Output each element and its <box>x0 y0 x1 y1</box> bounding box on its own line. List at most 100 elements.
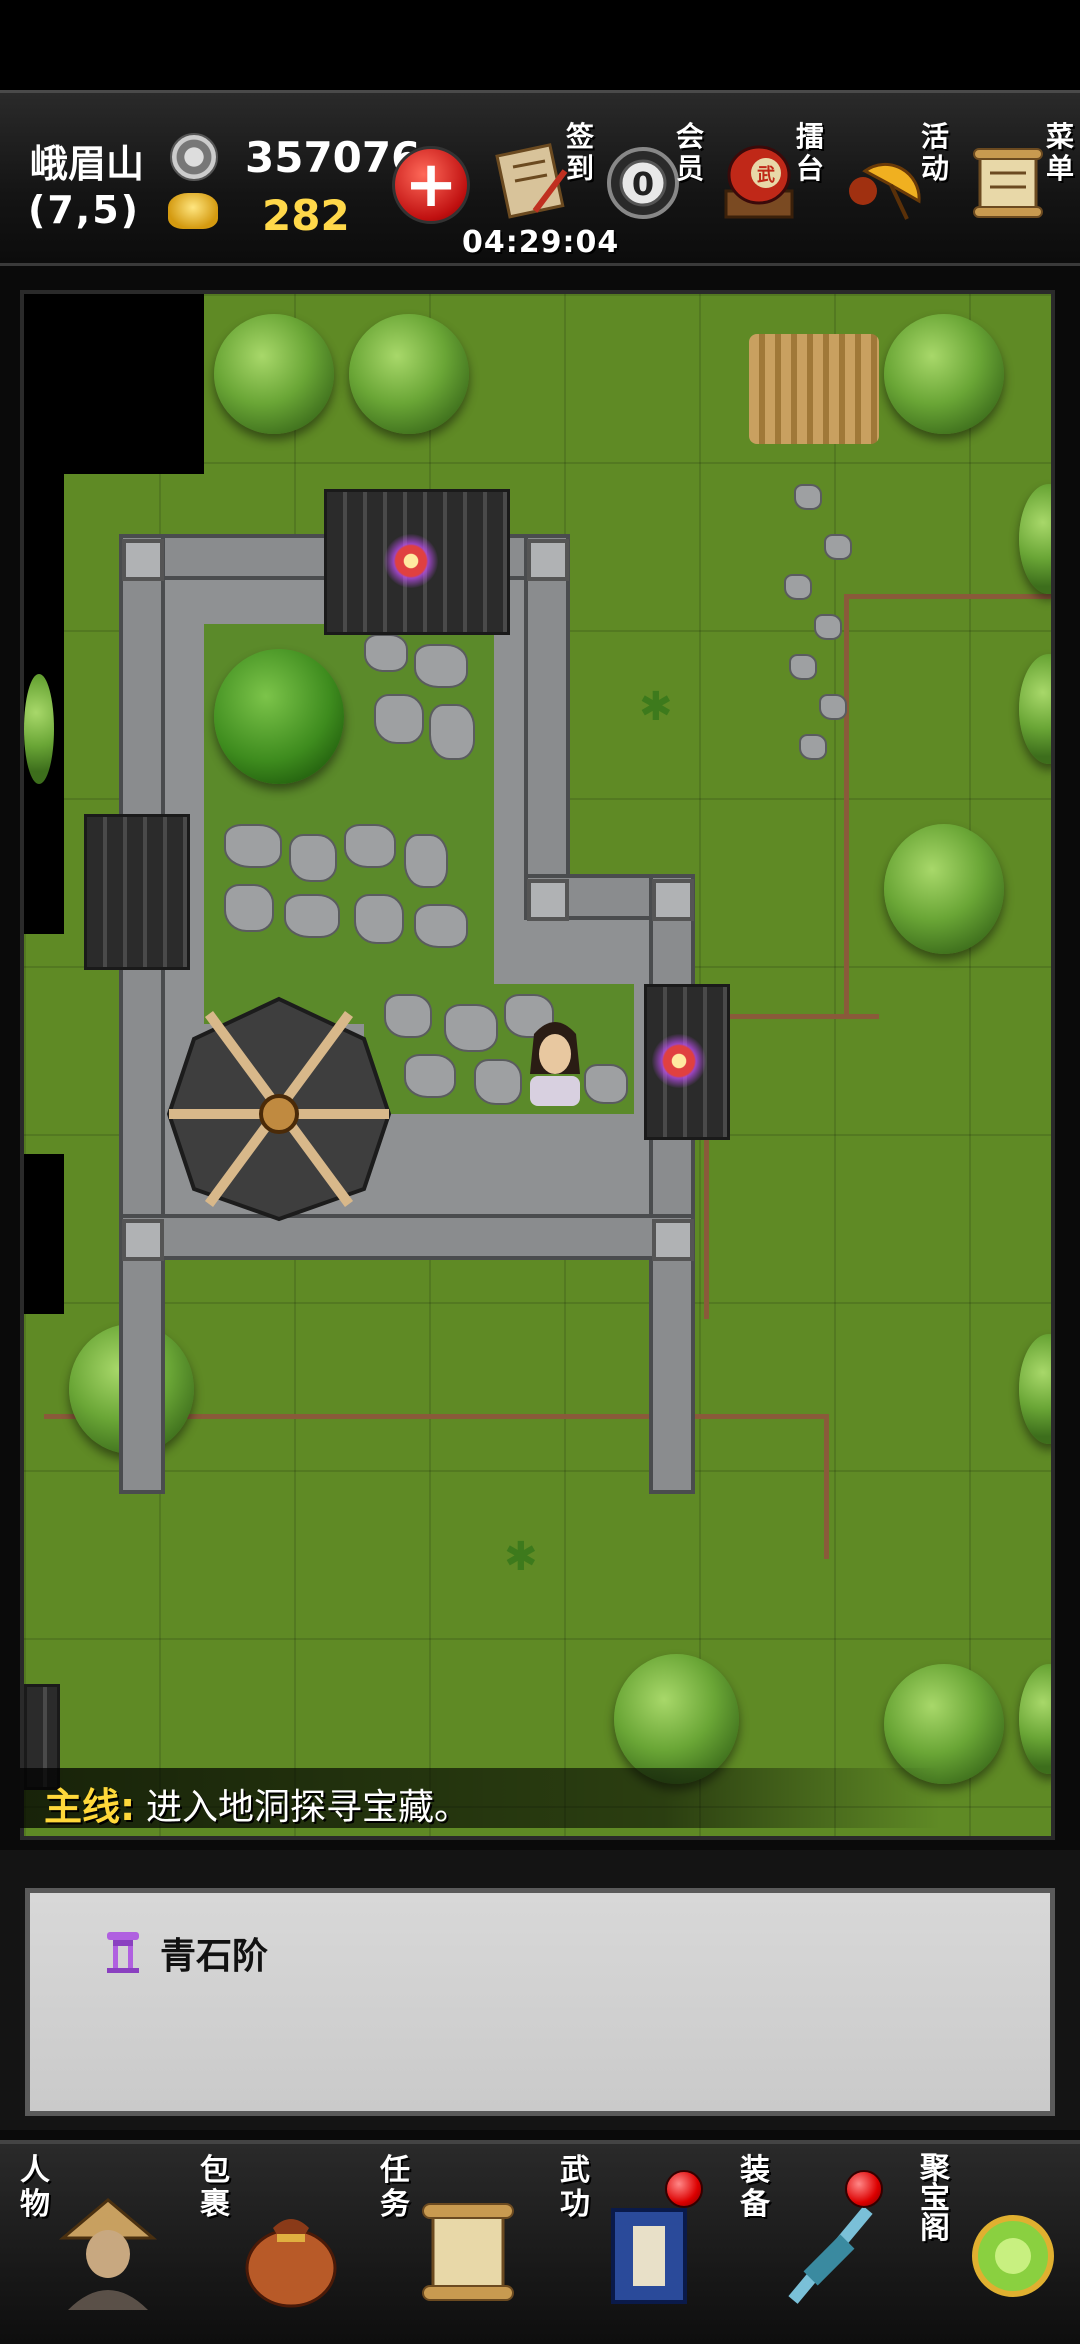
vip-medal-icon: 0 <box>607 147 679 219</box>
flagstone <box>474 1059 522 1105</box>
svg-text:0: 0 <box>632 165 654 203</box>
recharge-plus-button[interactable]: + <box>392 146 470 224</box>
wall-pillar <box>652 1219 694 1261</box>
haystack <box>749 334 879 444</box>
compound-wall <box>649 874 695 1494</box>
grass-tuft: ✱ <box>639 684 673 730</box>
tree <box>614 1654 739 1784</box>
flagstone <box>289 834 337 882</box>
info-panel <box>25 1888 1055 2116</box>
menu-label: 菜单 <box>1045 120 1074 185</box>
nav-equipment-button[interactable]: 装备 <box>735 2150 910 2330</box>
wall-pillar <box>527 539 569 581</box>
wall-pillar <box>527 879 569 921</box>
nav-label: 包裹 <box>200 2153 230 2222</box>
dirt-path-edge <box>844 594 1051 1019</box>
menu-label: 签到 <box>565 120 594 185</box>
wall-pillar <box>652 879 694 921</box>
stepping-stone <box>819 694 847 720</box>
tree <box>884 1664 1004 1784</box>
event-umbrella-icon <box>849 162 921 220</box>
flagstone <box>354 894 404 944</box>
west-gate-roof <box>84 814 190 970</box>
notification-badge <box>665 2170 703 2208</box>
stepping-stone <box>824 534 852 560</box>
nav-label: 人物 <box>20 2153 50 2222</box>
sign-in-timer: 04:29:04 <box>462 225 620 260</box>
flagstone <box>414 644 468 688</box>
unexplored-area <box>24 294 204 474</box>
silver-coin-icon <box>170 133 218 181</box>
gold-ingot-icon <box>168 193 218 229</box>
wall-pillar <box>122 1219 164 1261</box>
arena-drum-icon: 武 <box>724 145 794 219</box>
notification-badge <box>845 2170 883 2208</box>
flagstone <box>284 894 340 938</box>
menu-label: 活动 <box>920 120 949 185</box>
menu-scroll-icon <box>973 148 1043 218</box>
menu-arena-button[interactable]: 武 擂台 <box>720 121 825 251</box>
location-coordinates: (7,5) <box>28 188 141 232</box>
flagstone <box>429 704 475 760</box>
gold-amount: 282 <box>262 191 350 240</box>
status-strip <box>0 0 1080 90</box>
bag-icon <box>245 2219 337 2308</box>
stepping-stone <box>799 734 827 760</box>
flagstone <box>404 1054 456 1098</box>
nav-character-button[interactable]: 人物 <box>15 2150 190 2330</box>
wall-pillar <box>122 539 164 581</box>
equipment-icon <box>788 2206 873 2304</box>
menu-vip-button[interactable]: 0 会员 <box>605 121 705 251</box>
flagstone <box>224 884 274 932</box>
nav-label: 聚宝阁 <box>920 2151 950 2246</box>
npc-marker[interactable] <box>652 1034 706 1088</box>
dirt-path-edge <box>704 1014 879 1319</box>
menu-label: 擂台 <box>795 120 824 185</box>
martial-arts-book-icon <box>611 2208 687 2304</box>
player-character[interactable] <box>524 1014 586 1108</box>
stepping-stone <box>784 574 812 600</box>
nav-quest-button[interactable]: 任务 <box>375 2150 550 2330</box>
menu-label: 会员 <box>675 120 704 185</box>
flagstone <box>404 834 448 888</box>
menu-events-button[interactable]: 活动 <box>845 121 950 251</box>
nav-bag-button[interactable]: 包裹 <box>195 2150 370 2330</box>
tree <box>884 314 1004 434</box>
flagstone <box>374 694 424 744</box>
nav-label: 任务 <box>380 2153 410 2222</box>
tree <box>884 824 1004 954</box>
quest-scroll-icon <box>422 2203 514 2301</box>
location-name: 峨眉山 <box>30 142 145 186</box>
flagstone <box>414 904 468 948</box>
tree <box>214 314 334 434</box>
npc-marker[interactable] <box>384 534 438 588</box>
svg-text:武: 武 <box>757 165 775 186</box>
flagstone <box>224 824 282 868</box>
stone-stairs-icon <box>107 1932 139 1973</box>
tile-name: 青石阶 <box>160 1936 269 1977</box>
stepping-stone <box>794 484 822 510</box>
nav-martial-arts-button[interactable]: 武功 <box>555 2150 730 2330</box>
character-icon <box>58 2198 158 2310</box>
game-map[interactable]: ✱ ✱ <box>20 290 1055 1840</box>
quest-description[interactable]: 进入地洞探寻宝藏。 <box>146 1778 470 1830</box>
flagstone <box>444 1004 498 1052</box>
nav-treasure-pavilion-button[interactable]: 聚宝阁 <box>915 2150 1080 2330</box>
treasure-pavilion-icon <box>972 2215 1054 2297</box>
sign-in-scroll-icon <box>495 143 568 219</box>
tree <box>24 674 54 784</box>
flagstone <box>364 634 408 672</box>
unexplored-area <box>24 1154 64 1314</box>
nav-label: 武功 <box>560 2153 590 2222</box>
flagstone <box>344 824 396 868</box>
compound-wall <box>119 534 165 1494</box>
flagstone <box>584 1064 628 1104</box>
stepping-stone <box>814 614 842 640</box>
pagoda-roof <box>166 996 392 1222</box>
stepping-stone <box>789 654 817 680</box>
tree <box>349 314 469 434</box>
nav-label: 装备 <box>740 2153 770 2222</box>
courtyard-bush <box>214 649 344 784</box>
menu-main-button[interactable]: 菜单 <box>970 121 1075 251</box>
quest-type-label[interactable]: 主线: <box>44 1776 135 1831</box>
